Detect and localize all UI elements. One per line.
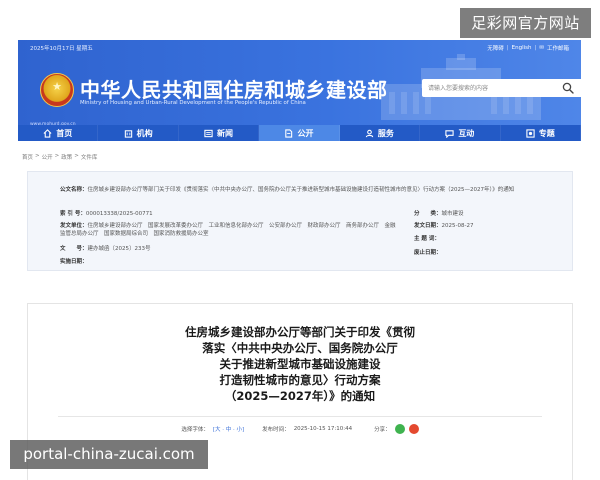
nav-item-organization[interactable]: 机构 [98, 125, 179, 141]
info-topic-label: 主 题 词： [414, 236, 440, 242]
article-title: 住房城乡建设部办公厅等部门关于印发《贯彻 落实〈中共中央办公厅、国务院办公厅 关… [28, 324, 572, 404]
info-date-label: 发文日期： [414, 223, 442, 229]
info-expire-label: 废止日期： [414, 250, 442, 256]
chat-icon [445, 129, 454, 138]
breadcrumb-item-library[interactable]: 文件库 [81, 153, 98, 161]
info-index-value: 000013338/2025-00771 [85, 211, 153, 217]
breadcrumb-separator: > [54, 153, 60, 159]
info-title-row: 公文名称：住房城乡建设部办公厅等部门关于印发《贯彻落实〈中共中央办公厅、国务院办… [60, 186, 560, 194]
info-date-row: 发文日期：2025-08-27 [414, 222, 473, 230]
link-english[interactable]: English [512, 45, 532, 51]
nav-label: 新闻 [217, 128, 234, 138]
info-index-row: 索 引 号：000013338/2025-00771 [60, 210, 153, 218]
news-icon [204, 129, 213, 137]
nav-item-home[interactable]: 首页 [18, 125, 99, 141]
home-icon [43, 128, 52, 138]
site-title[interactable]: 中华人民共和国住房和城乡建设部 [80, 74, 388, 103]
nav-label: 互动 [458, 128, 475, 138]
info-index-label: 索 引 号： [60, 211, 86, 217]
nav-item-open[interactable]: 公开 [259, 125, 340, 141]
info-impl-label: 实施日期： [60, 259, 88, 265]
search-box [422, 79, 581, 97]
nav-item-service[interactable]: 服务 [340, 125, 421, 141]
nav-label: 公开 [297, 128, 314, 138]
info-topic-row: 主 题 词： [414, 235, 440, 243]
nav-item-news[interactable]: 新闻 [179, 125, 260, 141]
link-accessibility[interactable]: 无障碍 [487, 44, 504, 52]
info-expire-row: 废止日期： [414, 249, 442, 257]
publish-time: 2025-10-15 17:10:44 [293, 426, 353, 432]
watermark-top: 足彩网官方网站 [460, 8, 591, 38]
watermark-bottom: portal-china-zucai.com [10, 440, 208, 469]
weibo-share-icon[interactable] [408, 424, 419, 434]
site-title-english: Ministry of Housing and Urban-Rural Deve… [80, 100, 306, 106]
article-title-line: 关于推进新型城市基础设施建设 [219, 357, 381, 371]
divider: | [506, 45, 509, 51]
nav-label: 服务 [377, 128, 394, 138]
info-category-label: 分 类： [414, 211, 442, 217]
info-category-value: 城市建设 [441, 211, 464, 217]
divider: | [534, 45, 537, 51]
page: 足彩网官方网站 2025年10月17日 星期五 无障碍 | English | … [0, 0, 600, 480]
main-nav: 首页 机构 新闻 公开 服务 互动 专题 [18, 125, 581, 141]
link-work-email[interactable]: 工作邮箱 [547, 44, 569, 52]
article-title-line: 打造韧性城市的意见〉行动方案 [219, 373, 381, 387]
wechat-share-icon[interactable] [394, 424, 405, 434]
nav-label: 首页 [56, 128, 73, 138]
breadcrumb-item-home[interactable]: 首页 [22, 153, 33, 161]
share-label: 分享： [374, 427, 391, 433]
breadcrumb-item-open[interactable]: 公开 [42, 153, 53, 161]
info-title-label: 公文名称： [60, 187, 88, 193]
header-top-links: 无障碍 | English | ✉ 工作邮箱 [487, 44, 569, 52]
site-header: 2025年10月17日 星期五 无障碍 | English | ✉ 工作邮箱 ★… [18, 40, 581, 128]
open-doc-icon [285, 128, 293, 138]
info-category-row: 分 类：城市建设 [414, 210, 464, 218]
building-icon [124, 129, 132, 138]
font-size-label: 选择字体： [181, 427, 209, 433]
header-date: 2025年10月17日 星期五 [30, 46, 93, 52]
publish-time-label: 发布时间： [262, 427, 290, 433]
info-date-value: 2025-08-27 [441, 223, 474, 229]
info-issuer-row: 发文单位：住房城乡建设部办公厅 国家发展改革委办公厅 工业和信息化部办公厅 公安… [60, 222, 400, 238]
font-size-options[interactable]: [大 · 中 · 小] [213, 425, 244, 433]
mail-icon: ✉ [539, 45, 544, 51]
topic-icon [526, 128, 535, 138]
article-title-line: 落实〈中共中央办公厅、国务院办公厅 [202, 341, 398, 355]
info-issuer-label: 发文单位： [60, 223, 88, 229]
info-docno-row: 文 号：建办城函〔2025〕233号 [60, 245, 151, 253]
article-title-line: （2025—2027年）》的通知 [224, 389, 376, 403]
nav-label: 专题 [538, 128, 555, 138]
document-info-panel: 公文名称：住房城乡建设部办公厅等部门关于印发《贯彻落实〈中共中央办公厅、国务院办… [27, 171, 573, 271]
info-docno-label: 文 号： [60, 246, 88, 252]
info-docno-value: 建办城函〔2025〕233号 [87, 246, 151, 252]
info-impl-row: 实施日期： [60, 258, 88, 266]
article-meta: 选择字体： [大 · 中 · 小] 发布时间： 2025-10-15 17:10… [28, 424, 572, 434]
breadcrumb-separator: > [74, 153, 79, 159]
search-input[interactable] [428, 79, 558, 97]
breadcrumb-separator: > [35, 153, 40, 159]
nav-item-interaction[interactable]: 互动 [420, 125, 501, 141]
nav-item-topics[interactable]: 专题 [501, 125, 581, 141]
breadcrumb: 首页 > 公开 > 政策 > 文件库 [22, 153, 97, 161]
breadcrumb-item-policy[interactable]: 政策 [61, 153, 72, 161]
article-title-line: 住房城乡建设部办公厅等部门关于印发《贯彻 [185, 325, 415, 339]
search-icon[interactable] [562, 82, 574, 94]
service-icon [365, 129, 374, 137]
divider [58, 416, 542, 417]
national-emblem-icon [40, 73, 74, 107]
nav-label: 机构 [136, 128, 153, 138]
info-issuer-value: 住房城乡建设部办公厅 国家发展改革委办公厅 工业和信息化部办公厅 公安部办公厅 … [60, 223, 396, 237]
info-title-value: 住房城乡建设部办公厅等部门关于印发《贯彻落实〈中共中央办公厅、国务院办公厅关于推… [87, 187, 515, 193]
